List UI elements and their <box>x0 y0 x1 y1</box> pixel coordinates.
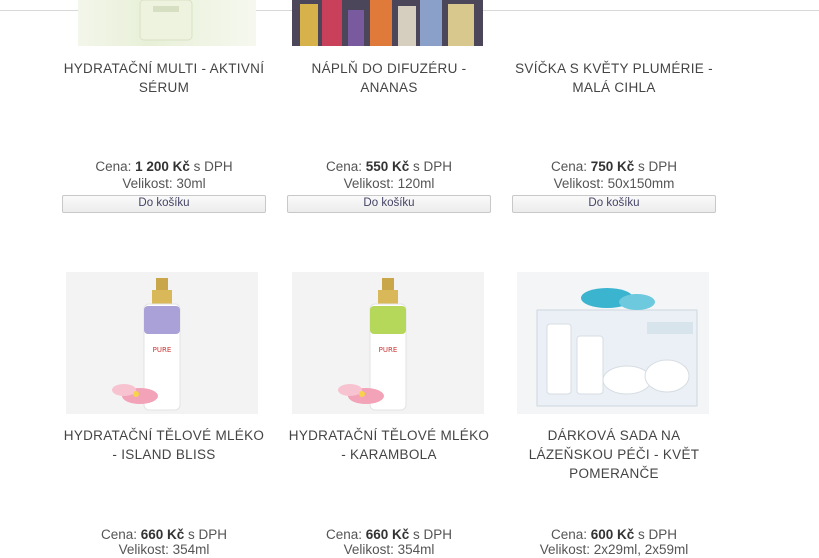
product-image-lotion-karambola[interactable]: PURE <box>292 272 484 414</box>
svg-text:PURE: PURE <box>153 346 172 354</box>
product-image-gift-set[interactable] <box>517 272 709 414</box>
lotion-bottle-green-icon: PURE <box>292 272 484 414</box>
product-title[interactable]: HYDRATAČNÍ TĚLOVÉ MLÉKO - KARAMBOLA <box>287 426 491 464</box>
product-title[interactable]: NÁPLŇ DO DIFUZÉRU - ANANAS <box>287 59 491 97</box>
product-image-diffuser[interactable] <box>292 0 483 46</box>
product-size: Velikost: 50x150mm <box>553 176 675 191</box>
product-price: Cena: 1 200 Kč s DPH <box>95 159 233 174</box>
diffuser-bottles-icon <box>292 0 483 46</box>
product-size: Velikost: 30ml <box>122 176 206 191</box>
product-title[interactable]: HYDRATAČNÍ TĚLOVÉ MLÉKO - ISLAND BLISS <box>62 426 266 464</box>
add-to-cart-button[interactable]: Do košíku <box>512 195 716 213</box>
product-size: Velikost: 2x29ml, 2x59ml <box>539 542 689 557</box>
product-price: Cena: 550 Kč s DPH <box>325 159 453 174</box>
product-size: Velikost: 120ml <box>343 176 435 191</box>
product-title[interactable]: HYDRATAČNÍ MULTI - AKTIVNÍ SÉRUM <box>62 59 266 97</box>
add-to-cart-button[interactable]: Do košíku <box>62 195 266 213</box>
product-image-serum[interactable] <box>78 0 256 46</box>
product-size: Velikost: 354ml <box>343 542 435 557</box>
serum-bottle-icon <box>139 0 193 41</box>
product-title[interactable]: DÁRKOVÁ SADA NA LÁZEŇSKOU PÉČI - KVĚT PO… <box>512 426 716 483</box>
product-title[interactable]: SVÍČKA S KVĚTY PLUMÉRIE - MALÁ CIHLA <box>512 59 716 97</box>
product-image-lotion-island-bliss[interactable]: PURE <box>66 272 258 414</box>
svg-text:PURE: PURE <box>379 346 398 354</box>
gift-set-box-icon <box>517 272 709 414</box>
product-size: Velikost: 354ml <box>118 542 210 557</box>
lotion-bottle-purple-icon: PURE <box>66 272 258 414</box>
product-price: Cena: 750 Kč s DPH <box>550 159 678 174</box>
add-to-cart-button[interactable]: Do košíku <box>287 195 491 213</box>
